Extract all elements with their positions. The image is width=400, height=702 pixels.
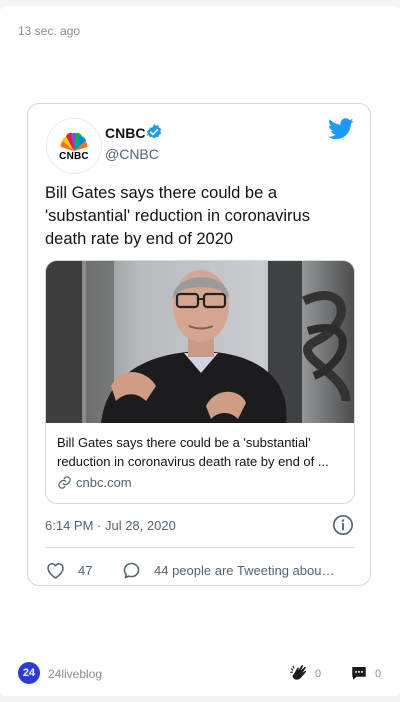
post-timestamp: 13 sec. ago <box>18 24 81 38</box>
comment-count: 0 <box>375 668 382 680</box>
link-domain-text: cnbc.com <box>76 475 132 490</box>
24liveblog-logo[interactable]: 24 <box>18 662 40 684</box>
link-preview-domain: cnbc.com <box>57 475 132 490</box>
embedded-tweet[interactable]: CNBC CNBC @CNBC Bill Gates says there co… <box>27 103 371 586</box>
tweet-text: Bill Gates says there could be a 'substa… <box>45 184 310 248</box>
comment-icon[interactable] <box>350 664 368 682</box>
tweet-author-handle[interactable]: @CNBC <box>105 146 159 162</box>
clap-icon[interactable] <box>289 663 309 683</box>
article-photo <box>46 261 354 423</box>
info-icon[interactable] <box>332 514 354 536</box>
reply-summary[interactable]: 44 people are Tweeting abou… <box>154 563 344 578</box>
link-preview-title: Bill Gates says there could be a 'substa… <box>57 435 329 469</box>
like-count: 47 <box>78 563 93 578</box>
heart-icon[interactable] <box>45 560 66 581</box>
live-blog-post: 13 sec. ago CNBC CNBC @CNBC Bill Gates s… <box>0 6 400 696</box>
verified-badge-icon <box>146 124 162 139</box>
cnbc-avatar[interactable]: CNBC <box>46 118 102 174</box>
nbc-peacock-icon <box>60 132 88 151</box>
reply-bubble-icon[interactable] <box>121 560 142 581</box>
tweet-date[interactable]: 6:14 PM · Jul 28, 2020 <box>45 518 176 533</box>
link-preview-card[interactable]: Bill Gates says there could be a 'substa… <box>45 260 355 504</box>
twitter-bird-icon[interactable] <box>328 118 354 140</box>
link-icon <box>58 476 71 489</box>
avatar-label: CNBC <box>59 150 89 162</box>
footer-brand[interactable]: 24liveblog <box>48 667 102 681</box>
clap-count: 0 <box>315 668 322 680</box>
tweet-author-name[interactable]: CNBC <box>105 125 145 141</box>
tweet-divider <box>45 547 355 548</box>
